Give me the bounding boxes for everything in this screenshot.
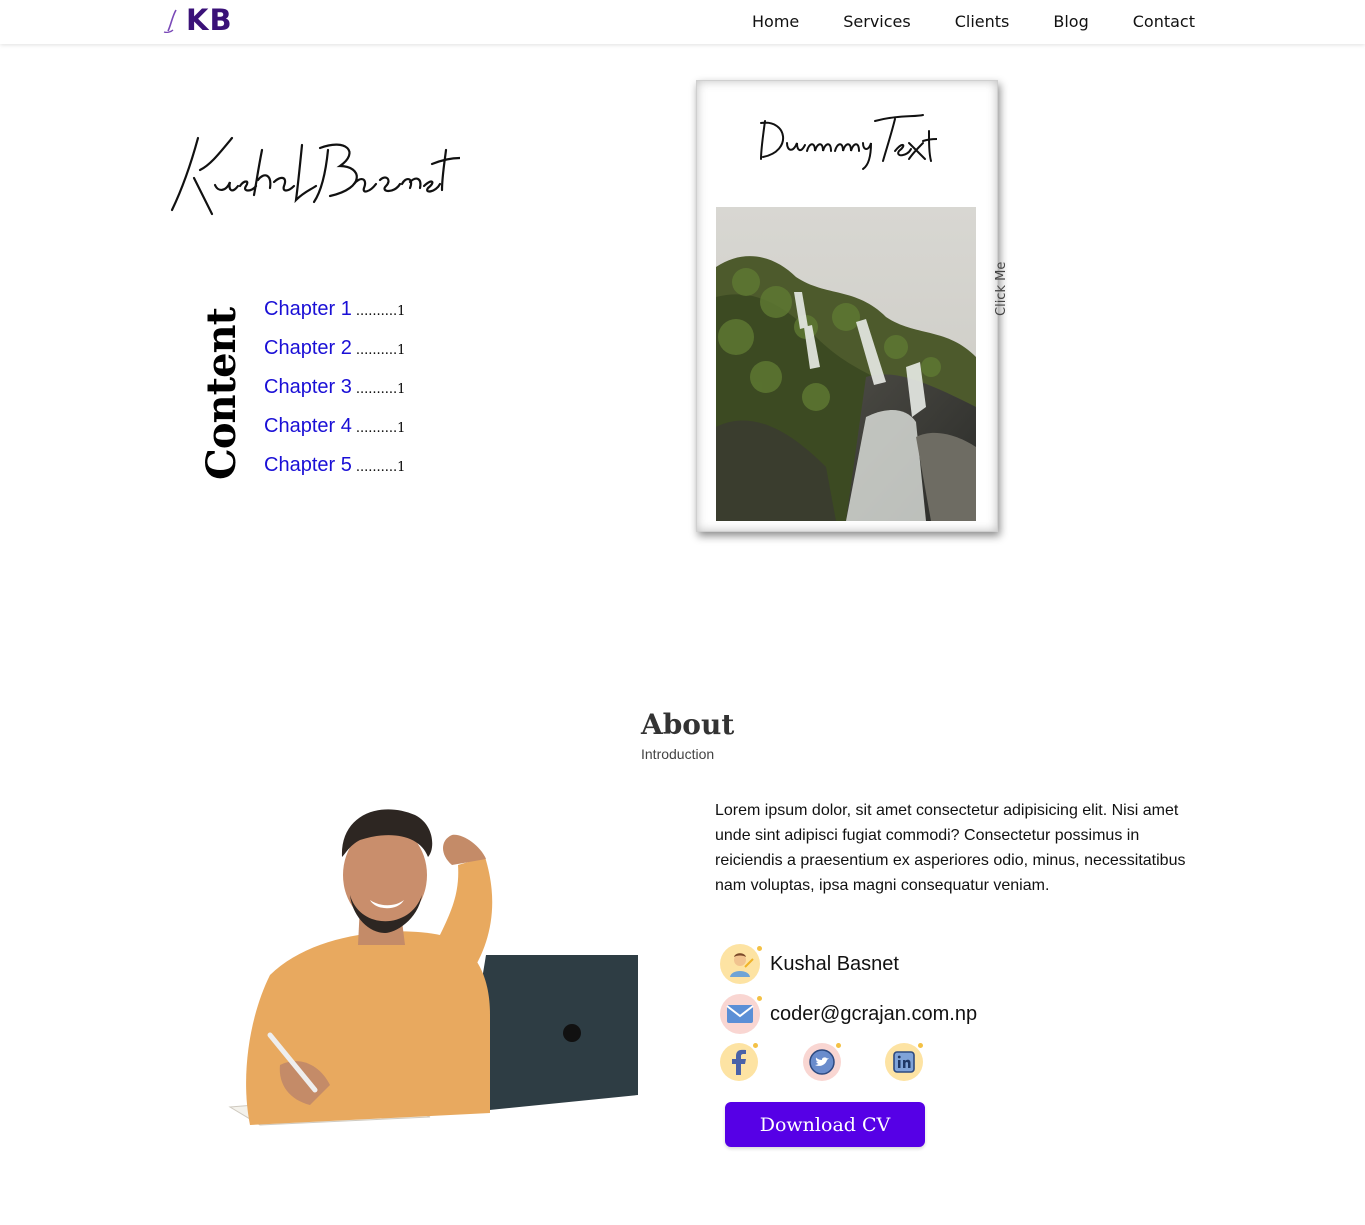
linkedin-icon[interactable]	[885, 1043, 923, 1081]
chapter-item-1[interactable]: Chapter 1 ..........1	[264, 298, 405, 337]
chapter-label[interactable]: Chapter 5	[264, 454, 352, 476]
chapter-dots: ..........	[355, 304, 398, 319]
book-title-script	[760, 114, 938, 170]
quill-icon	[163, 9, 177, 34]
nav-blog[interactable]: Blog	[1053, 12, 1088, 31]
mail-icon	[720, 994, 762, 1034]
about-description: Lorem ipsum dolor, sit amet consectetur …	[715, 802, 1186, 894]
chapter-dots: ..........	[355, 382, 398, 397]
chapter-label[interactable]: Chapter 1	[264, 298, 352, 320]
chapter-page: 1	[397, 382, 406, 397]
chapter-list: Chapter 1 ..........1 Chapter 2..........…	[264, 298, 405, 493]
chapter-label[interactable]: Chapter 2	[264, 337, 352, 359]
contents-title: Content	[198, 307, 245, 480]
nav-contact[interactable]: Contact	[1133, 12, 1195, 31]
logo-text: KB	[186, 3, 233, 37]
book-title	[757, 111, 938, 171]
waterfall-image	[716, 207, 976, 521]
chapter-item-3[interactable]: Chapter 3 ..........1	[264, 376, 405, 415]
sparkle-icon	[753, 1043, 758, 1048]
email-row: coder@gcrajan.com.np	[720, 994, 977, 1034]
sparkle-icon	[836, 1043, 841, 1048]
about-subtitle: Introduction	[641, 746, 715, 762]
facebook-icon[interactable]	[720, 1043, 758, 1081]
logo[interactable]: KB	[162, 3, 238, 37]
twitter-icon[interactable]	[803, 1043, 841, 1081]
nav-menu: Home Services Clients Blog Contact	[752, 12, 1195, 31]
person-image	[190, 795, 638, 1135]
sparkle-icon	[918, 1043, 923, 1048]
person-graphic	[190, 809, 638, 1135]
signature	[170, 130, 462, 220]
name-row: Kushal Basnet	[720, 944, 899, 984]
chapter-item-4[interactable]: Chapter 4 ..........1	[264, 415, 405, 454]
sparkle-icon	[757, 996, 762, 1001]
download-cv-button[interactable]: Download CV	[725, 1102, 925, 1147]
nav-home[interactable]: Home	[752, 12, 799, 31]
chapter-page: 1	[397, 304, 406, 319]
click-me-label[interactable]: Click Me	[994, 262, 1009, 316]
chapter-page: 1	[397, 343, 406, 358]
chapter-item-2[interactable]: Chapter 2 ..........1	[264, 337, 405, 376]
chapter-item-5[interactable]: Chapter 5 ..........1	[264, 454, 405, 493]
sparkle-icon	[757, 946, 762, 951]
nav-clients[interactable]: Clients	[955, 12, 1010, 31]
chapter-dots: ..........	[355, 421, 398, 436]
chapter-page: 1	[397, 421, 406, 436]
signature-graphic	[170, 136, 462, 216]
user-avatar-icon	[720, 944, 762, 984]
chapter-dots: ..........	[355, 460, 398, 475]
chapter-dots: ..........	[355, 343, 398, 358]
chapter-page: 1	[397, 460, 406, 475]
about-title: About	[641, 708, 735, 741]
about-email[interactable]: coder@gcrajan.com.np	[770, 1003, 977, 1026]
waterfall-graphic	[716, 207, 976, 521]
navbar: KB Home Services Clients Blog Contact	[0, 0, 1365, 44]
chapter-label[interactable]: Chapter 4	[264, 415, 352, 437]
book-cover[interactable]: Click Me	[696, 80, 1009, 532]
about-name: Kushal Basnet	[770, 952, 899, 975]
chapter-label[interactable]: Chapter 3	[264, 376, 352, 398]
nav-services[interactable]: Services	[843, 12, 910, 31]
